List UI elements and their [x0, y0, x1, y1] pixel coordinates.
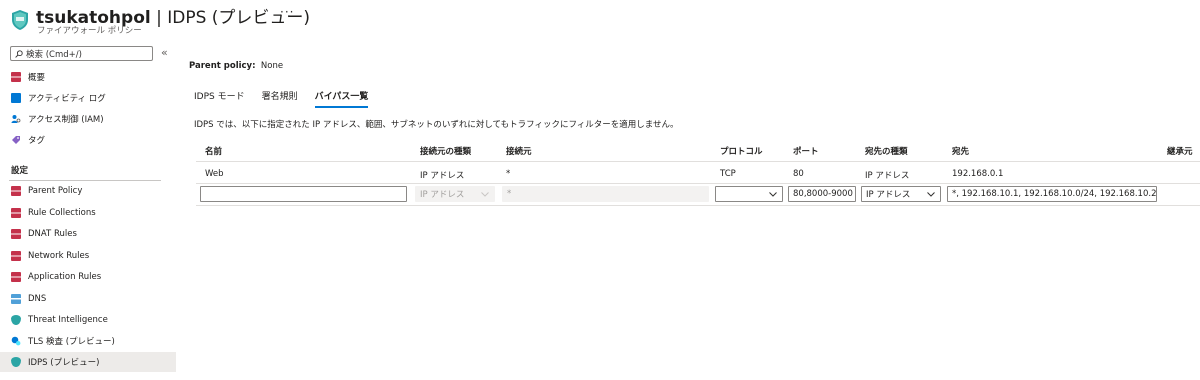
- sidebar-item-label: Parent Policy: [28, 186, 83, 196]
- sidebar-item-label: DNAT Rules: [28, 229, 77, 239]
- sidebar-item-iam[interactable]: アクセス制御 (IAM): [0, 109, 176, 129]
- column-header-name: 名前: [205, 147, 223, 157]
- tag-icon: [12, 136, 20, 144]
- sidebar-item-rule-collections[interactable]: Rule Collections: [0, 203, 176, 223]
- tab-bypass-list[interactable]: バイパス一覧: [314, 89, 369, 108]
- more-options-button[interactable]: ···: [280, 5, 294, 19]
- page-header: tsukatohpol | IDPS (プレビュー) ··· ファイアウォール …: [0, 0, 1200, 40]
- shield-icon: [11, 357, 21, 367]
- destination-type-select[interactable]: IP アドレス: [861, 186, 941, 202]
- table-row[interactable]: Web IP アドレス * TCP 80 IP アドレス 192.168.0.1: [196, 162, 1200, 184]
- column-header-inherited-from: 継承元: [1167, 147, 1193, 157]
- tab-idps-mode[interactable]: IDPS モード: [194, 89, 245, 108]
- main-content: Parent policy: None IDPS モード 署名規則 バイパス一覧…: [188, 40, 1200, 380]
- cell-protocol: TCP: [720, 169, 736, 179]
- source-type-select: IP アドレス: [415, 186, 495, 202]
- firewall-icon: [11, 251, 21, 261]
- sidebar-item-network-rules[interactable]: Network Rules: [0, 246, 176, 266]
- column-header-destination-type: 宛先の種類: [865, 147, 908, 157]
- sidebar-item-label: アクセス制御 (IAM): [28, 115, 104, 125]
- section-label-settings: 設定: [11, 166, 29, 176]
- firewall-icon: [11, 208, 21, 218]
- sidebar-item-idps[interactable]: IDPS (プレビュー): [0, 352, 176, 372]
- new-rule-row: IP アドレス * 80,8000-9000 IP アドレス *, 192.16…: [196, 184, 1200, 206]
- cell-destination: 192.168.0.1: [952, 169, 1004, 179]
- cell-port: 80: [793, 169, 804, 179]
- sidebar: 検索 (Cmd+/) « 概要 アクティビティ ログ アクセス制御 (IAM) …: [0, 40, 176, 380]
- firewall-icon: [11, 186, 21, 196]
- protocol-select[interactable]: [715, 186, 783, 202]
- name-input[interactable]: [200, 186, 407, 202]
- idps-shield-icon: [12, 10, 28, 30]
- sidebar-item-parent-policy[interactable]: Parent Policy: [0, 181, 176, 201]
- sidebar-item-label: Application Rules: [28, 272, 102, 282]
- column-header-source: 接続元: [506, 147, 532, 157]
- sidebar-item-overview[interactable]: 概要: [0, 67, 176, 87]
- cell-destination-type: IP アドレス: [865, 171, 910, 181]
- sidebar-item-label: Network Rules: [28, 251, 90, 261]
- dns-icon: [11, 294, 21, 304]
- overview-icon: [11, 72, 21, 82]
- firewall-icon: [11, 229, 21, 239]
- sidebar-item-label: アクティビティ ログ: [28, 94, 106, 104]
- destination-type-value: IP アドレス: [866, 190, 911, 200]
- sidebar-item-application-rules[interactable]: Application Rules: [0, 267, 176, 287]
- bypass-description: IDPS では、以下に指定された IP アドレス、範囲、サブネットのいずれに対し…: [194, 120, 679, 130]
- source-input: *: [502, 186, 709, 202]
- sidebar-item-label: Threat Intelligence: [28, 315, 108, 325]
- sidebar-item-label: DNS: [28, 294, 47, 304]
- sidebar-item-label: TLS 検査 (プレビュー): [28, 337, 115, 347]
- cell-name: Web: [205, 169, 224, 179]
- sidebar-item-label: タグ: [28, 136, 46, 146]
- shield-icon: [11, 315, 21, 325]
- tab-bar: IDPS モード 署名規則 バイパス一覧: [194, 89, 385, 108]
- search-icon: [15, 49, 23, 58]
- chevron-down-icon: [927, 192, 935, 197]
- collapse-sidebar-button[interactable]: «: [161, 46, 168, 59]
- chevron-down-icon: [769, 192, 777, 197]
- column-header-source-type: 接続元の種類: [420, 147, 472, 157]
- sidebar-item-label: Rule Collections: [28, 208, 96, 218]
- sidebar-item-activity-log[interactable]: アクティビティ ログ: [0, 88, 176, 108]
- sidebar-item-dns[interactable]: DNS: [0, 289, 176, 309]
- search-placeholder: 検索 (Cmd+/): [26, 49, 82, 60]
- tls-icon: [11, 336, 21, 346]
- page-subtitle: ファイアウォール ポリシー: [37, 26, 142, 36]
- cell-source: *: [506, 169, 511, 179]
- firewall-icon: [11, 272, 21, 282]
- column-header-destination: 宛先: [952, 147, 970, 157]
- column-header-protocol: プロトコル: [720, 147, 763, 157]
- cell-source-type: IP アドレス: [420, 171, 465, 181]
- sidebar-item-threat-intelligence[interactable]: Threat Intelligence: [0, 310, 176, 330]
- chevron-down-icon: [481, 192, 489, 197]
- sidebar-item-tls-inspection[interactable]: TLS 検査 (プレビュー): [0, 331, 176, 351]
- sidebar-item-label: 概要: [28, 73, 46, 83]
- table-header: 名前 接続元の種類 接続元 プロトコル ポート 宛先の種類 宛先 継承元: [196, 140, 1200, 162]
- port-input[interactable]: 80,8000-9000: [788, 186, 856, 202]
- destination-input[interactable]: *, 192.168.10.1, 192.168.10.0/24, 192.16…: [947, 186, 1157, 202]
- column-header-port: ポート: [793, 147, 819, 157]
- source-type-value: IP アドレス: [420, 190, 465, 200]
- sidebar-item-dnat-rules[interactable]: DNAT Rules: [0, 224, 176, 244]
- parent-policy-label: Parent policy:: [189, 61, 256, 71]
- parent-policy-value: None: [260, 61, 284, 71]
- iam-icon: [11, 115, 21, 123]
- parent-policy: Parent policy: None: [189, 61, 283, 71]
- tab-signature-rules[interactable]: 署名規則: [262, 89, 298, 108]
- activity-log-icon: [11, 93, 21, 103]
- sidebar-item-tags[interactable]: タグ: [0, 130, 176, 150]
- sidebar-item-label: IDPS (プレビュー): [28, 358, 100, 368]
- search-input[interactable]: 検索 (Cmd+/): [10, 46, 153, 61]
